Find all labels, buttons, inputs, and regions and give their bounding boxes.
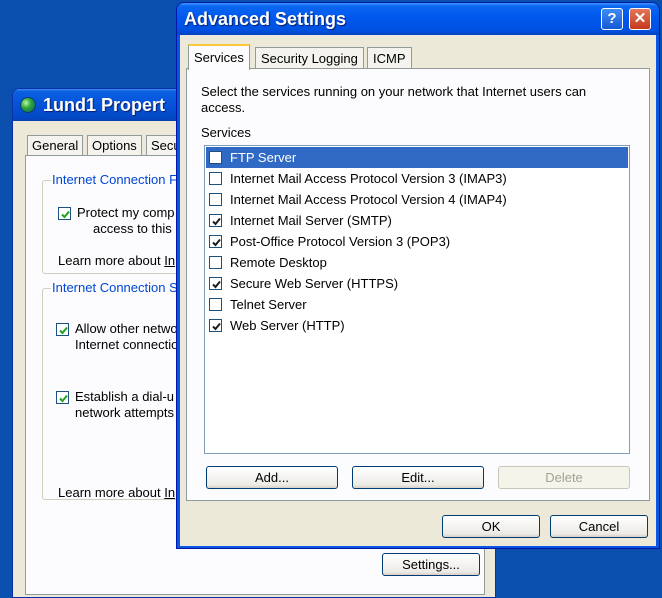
service-checkbox[interactable] [209,151,222,164]
tab-services[interactable]: Services [188,44,250,70]
service-label: Internet Mail Access Protocol Version 4 … [230,192,507,207]
service-checkbox[interactable] [209,193,222,206]
service-label: Secure Web Server (HTTPS) [230,276,399,291]
service-row[interactable]: Internet Mail Access Protocol Version 4 … [206,189,628,210]
service-row[interactable]: Internet Mail Server (SMTP) [206,210,628,231]
service-row[interactable]: Telnet Server [206,294,628,315]
allow-sharing-label-line1: Allow other netwo [75,321,178,336]
service-checkbox[interactable] [209,214,222,227]
services-list-label: Services [201,125,251,140]
services-description: Select the services running on your netw… [201,84,587,115]
close-icon[interactable]: ✕ [629,8,651,30]
firewall-learn-more-link[interactable]: In [164,253,175,268]
firewall-learn-more: Learn more about In [58,253,175,269]
cancel-button[interactable]: Cancel [550,515,648,538]
ics-learn-more: Learn more about In [58,485,175,501]
service-checkbox[interactable] [209,172,222,185]
dial-up-checkbox[interactable] [56,391,69,404]
delete-button[interactable]: Delete [498,466,630,489]
tab-options[interactable]: Options [87,135,142,156]
firewall-checkbox-label-line1: Protect my comp [77,205,175,220]
edit-button[interactable]: Edit... [352,466,484,489]
service-row[interactable]: Post-Office Protocol Version 3 (POP3) [206,231,628,252]
advanced-settings-dialog: Advanced Settings ? ✕ Services Security … [176,2,660,549]
service-row[interactable]: Remote Desktop [206,252,628,273]
firewall-learn-more-prefix: Learn more about [58,253,165,268]
service-label: Post-Office Protocol Version 3 (POP3) [230,234,451,249]
tab-security-logging[interactable]: Security Logging [255,47,364,69]
service-row[interactable]: Internet Mail Access Protocol Version 3 … [206,168,628,189]
service-checkbox[interactable] [209,256,222,269]
ics-group-title: Internet Connection S [51,280,179,295]
service-checkbox[interactable] [209,319,222,332]
ics-learn-more-link[interactable]: In [164,485,175,500]
service-label: Remote Desktop [230,255,327,270]
dial-up-label-line2: network attempts [75,405,174,420]
tab-icmp[interactable]: ICMP [367,47,412,69]
service-checkbox[interactable] [209,235,222,248]
service-row[interactable]: Secure Web Server (HTTPS) [206,273,628,294]
dial-up-label-line1: Establish a dial-u [75,389,174,404]
service-checkbox[interactable] [209,277,222,290]
allow-sharing-checkbox[interactable] [56,323,69,336]
dialog-titlebar[interactable]: Advanced Settings ? ✕ [177,3,659,35]
tab-general[interactable]: General [27,135,84,156]
ics-learn-more-prefix: Learn more about [58,485,165,500]
service-label: FTP Server [230,150,297,165]
service-label: Internet Mail Server (SMTP) [230,213,392,228]
add-button[interactable]: Add... [206,466,338,489]
service-label: Internet Mail Access Protocol Version 3 … [230,171,507,186]
service-checkbox[interactable] [209,298,222,311]
firewall-checkbox-label-line2: access to this co [93,221,190,236]
dialog-body: Services Security Logging ICMP Select th… [180,35,656,546]
network-connection-icon [20,97,36,113]
service-label: Web Server (HTTP) [230,318,345,333]
dialog-title: Advanced Settings [184,9,347,29]
service-row[interactable]: FTP Server [206,147,628,168]
allow-sharing-label-line2: Internet connectio [75,337,179,352]
service-row[interactable]: Web Server (HTTP) [206,315,628,336]
service-label: Telnet Server [230,297,307,312]
services-list[interactable]: FTP Server Internet Mail Access Protocol … [204,145,630,454]
settings-button[interactable]: Settings... [382,553,480,576]
firewall-group-title: Internet Connection F [51,172,179,187]
ok-button[interactable]: OK [442,515,540,538]
firewall-checkbox[interactable] [58,207,71,220]
help-icon[interactable]: ? [601,8,623,30]
properties-title: 1und1 Propert [43,95,166,115]
